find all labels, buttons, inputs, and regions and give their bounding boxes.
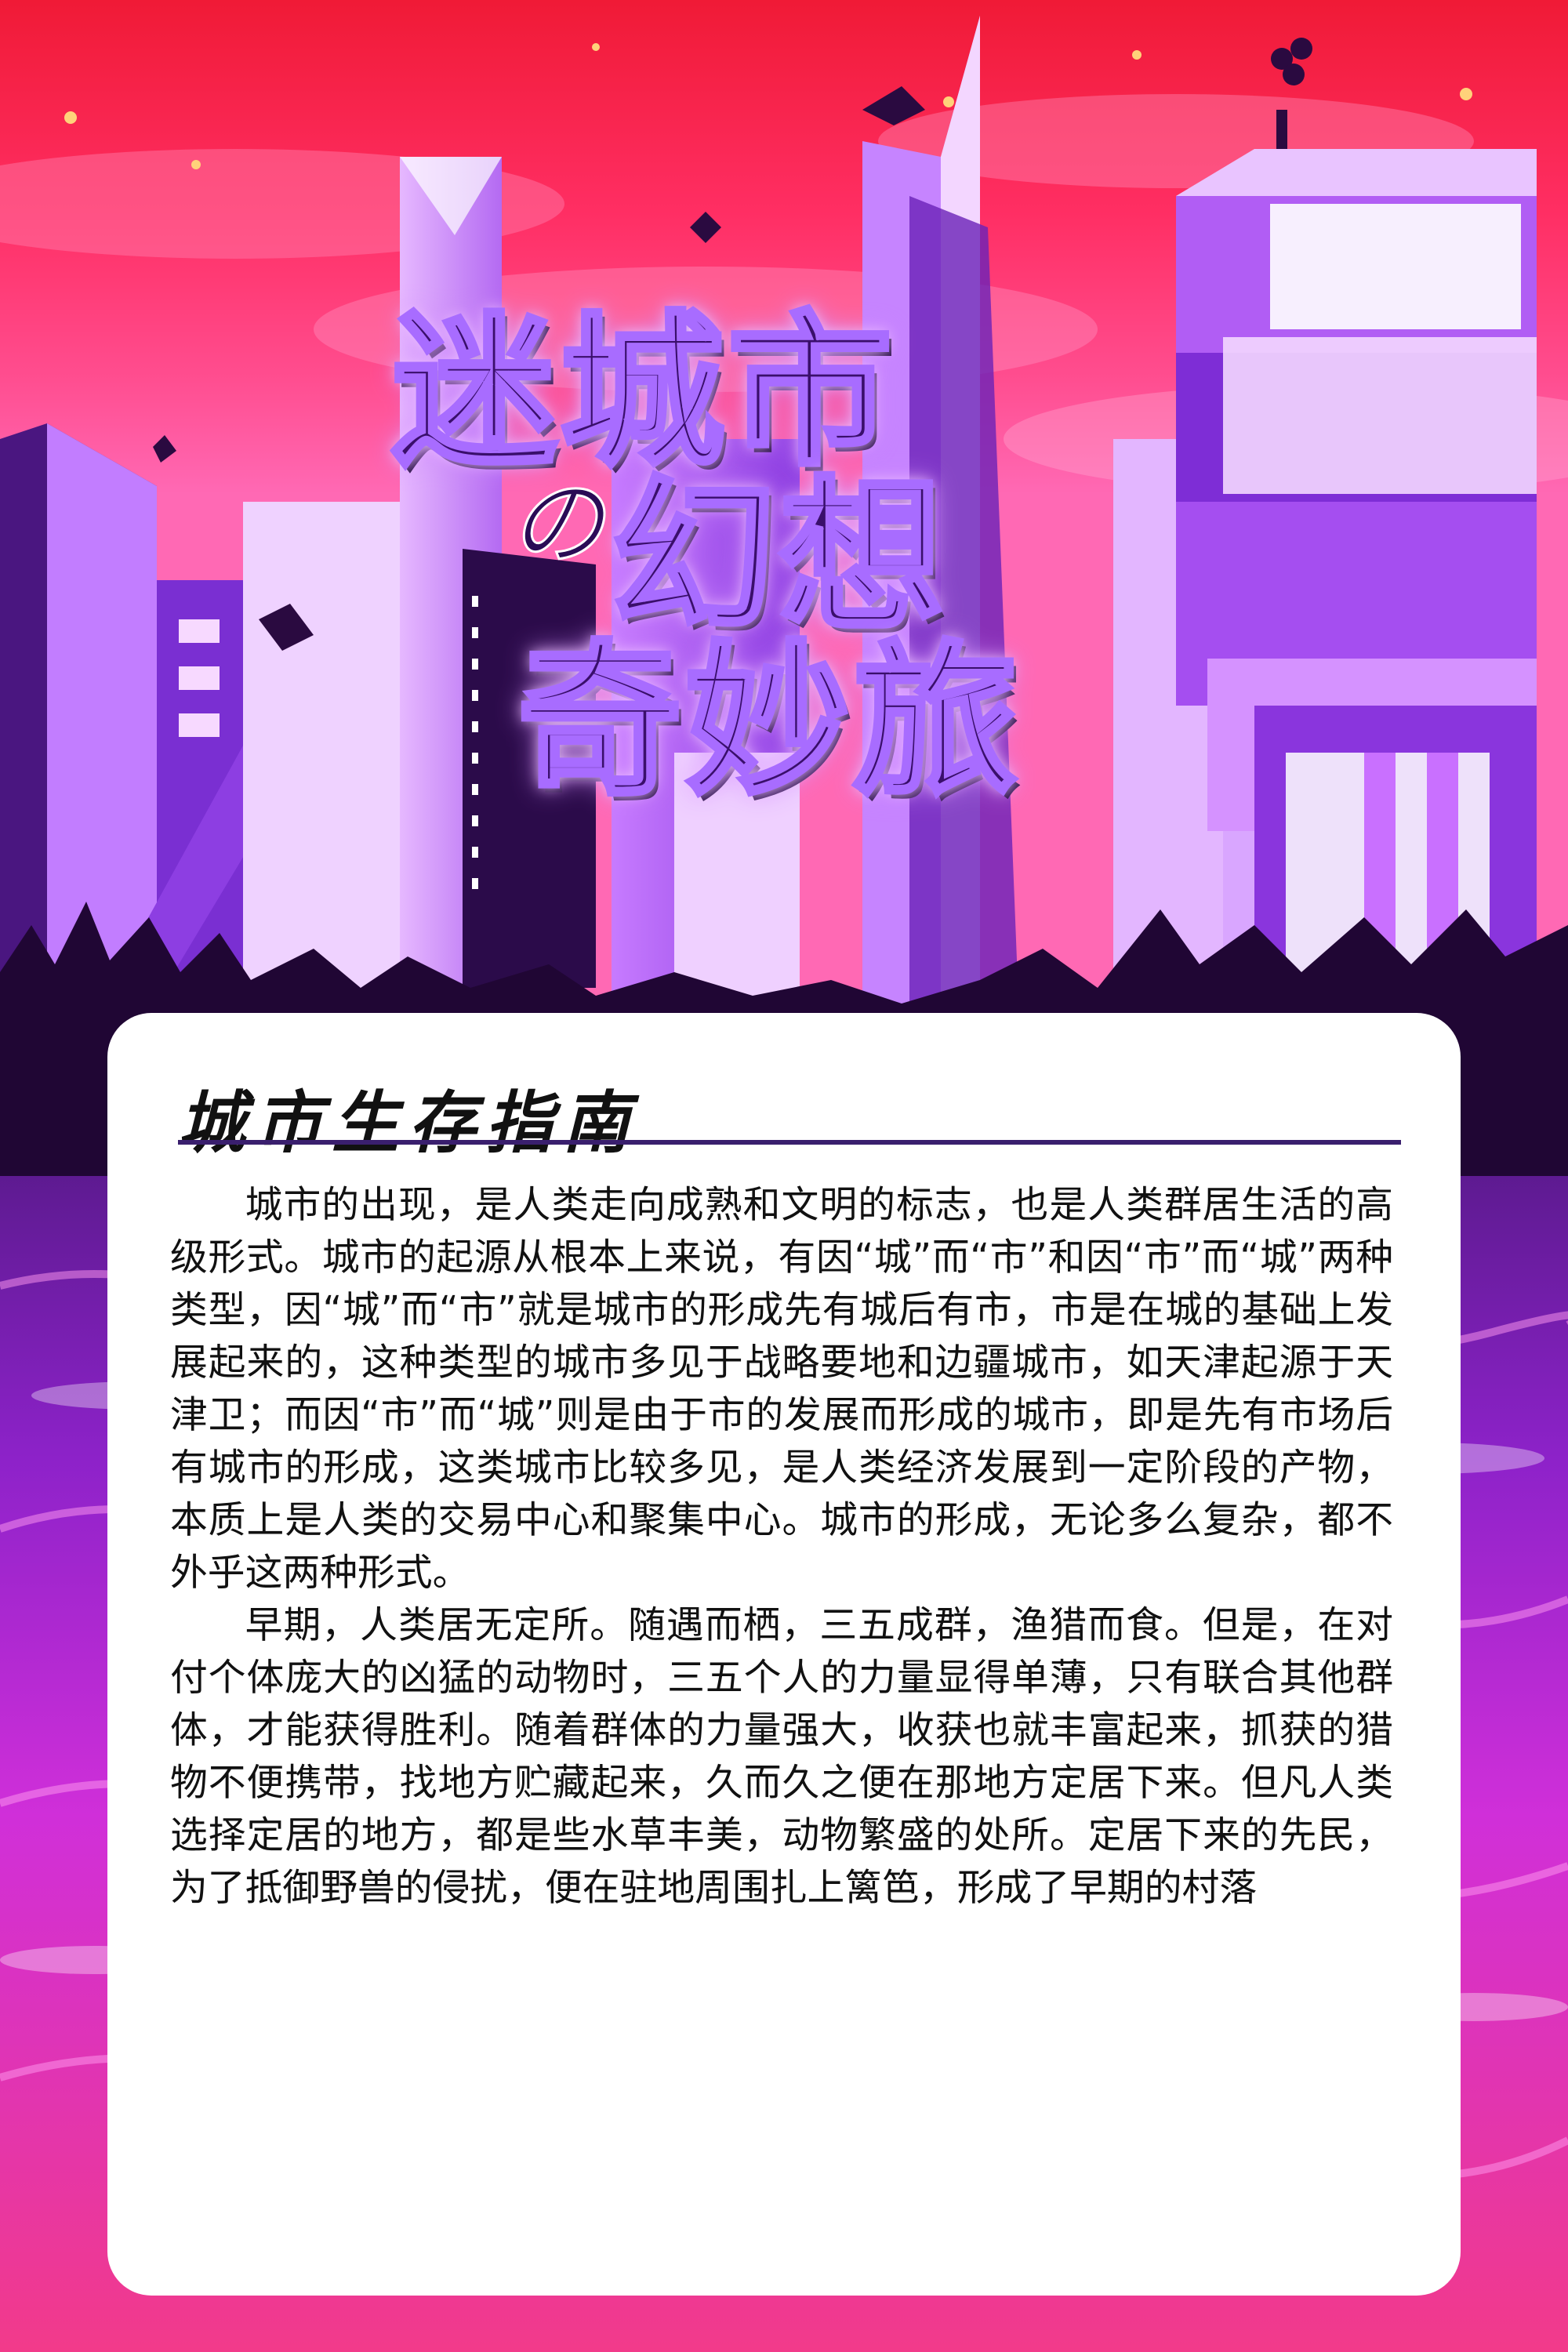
poster-title: 迷城市 の 幻想 奇妙旅 <box>368 259 1270 902</box>
card-heading: 城市生存指南 <box>178 1083 639 1163</box>
paragraph-2: 早期，人类居无定所。随遇而栖，三五成群，渔猎而食。但是，在对付个体庞大的凶猛的动… <box>170 1604 1393 1910</box>
paragraph-1: 城市的出现，是人类走向成熟和文明的标志，也是人类群居生活的高级形式。城市的起源从… <box>170 1184 1393 1595</box>
title-connector: の <box>509 469 605 580</box>
title-line-3: 奇妙旅 <box>515 623 1022 820</box>
heading-divider <box>178 1140 1401 1145</box>
content-card: 城市生存指南 城市的出现，是人类走向成熟和文明的标志，也是人类群居生活的高级形式… <box>107 1013 1461 2296</box>
card-body: 城市的出现，是人类走向成熟和文明的标志，也是人类群居生活的高级形式。城市的起源从… <box>170 1179 1393 1915</box>
poster: 迷城市 の 幻想 奇妙旅 城市生存指南 城市的出现，是人类走向成熟和文明的标志，… <box>0 0 1568 2352</box>
